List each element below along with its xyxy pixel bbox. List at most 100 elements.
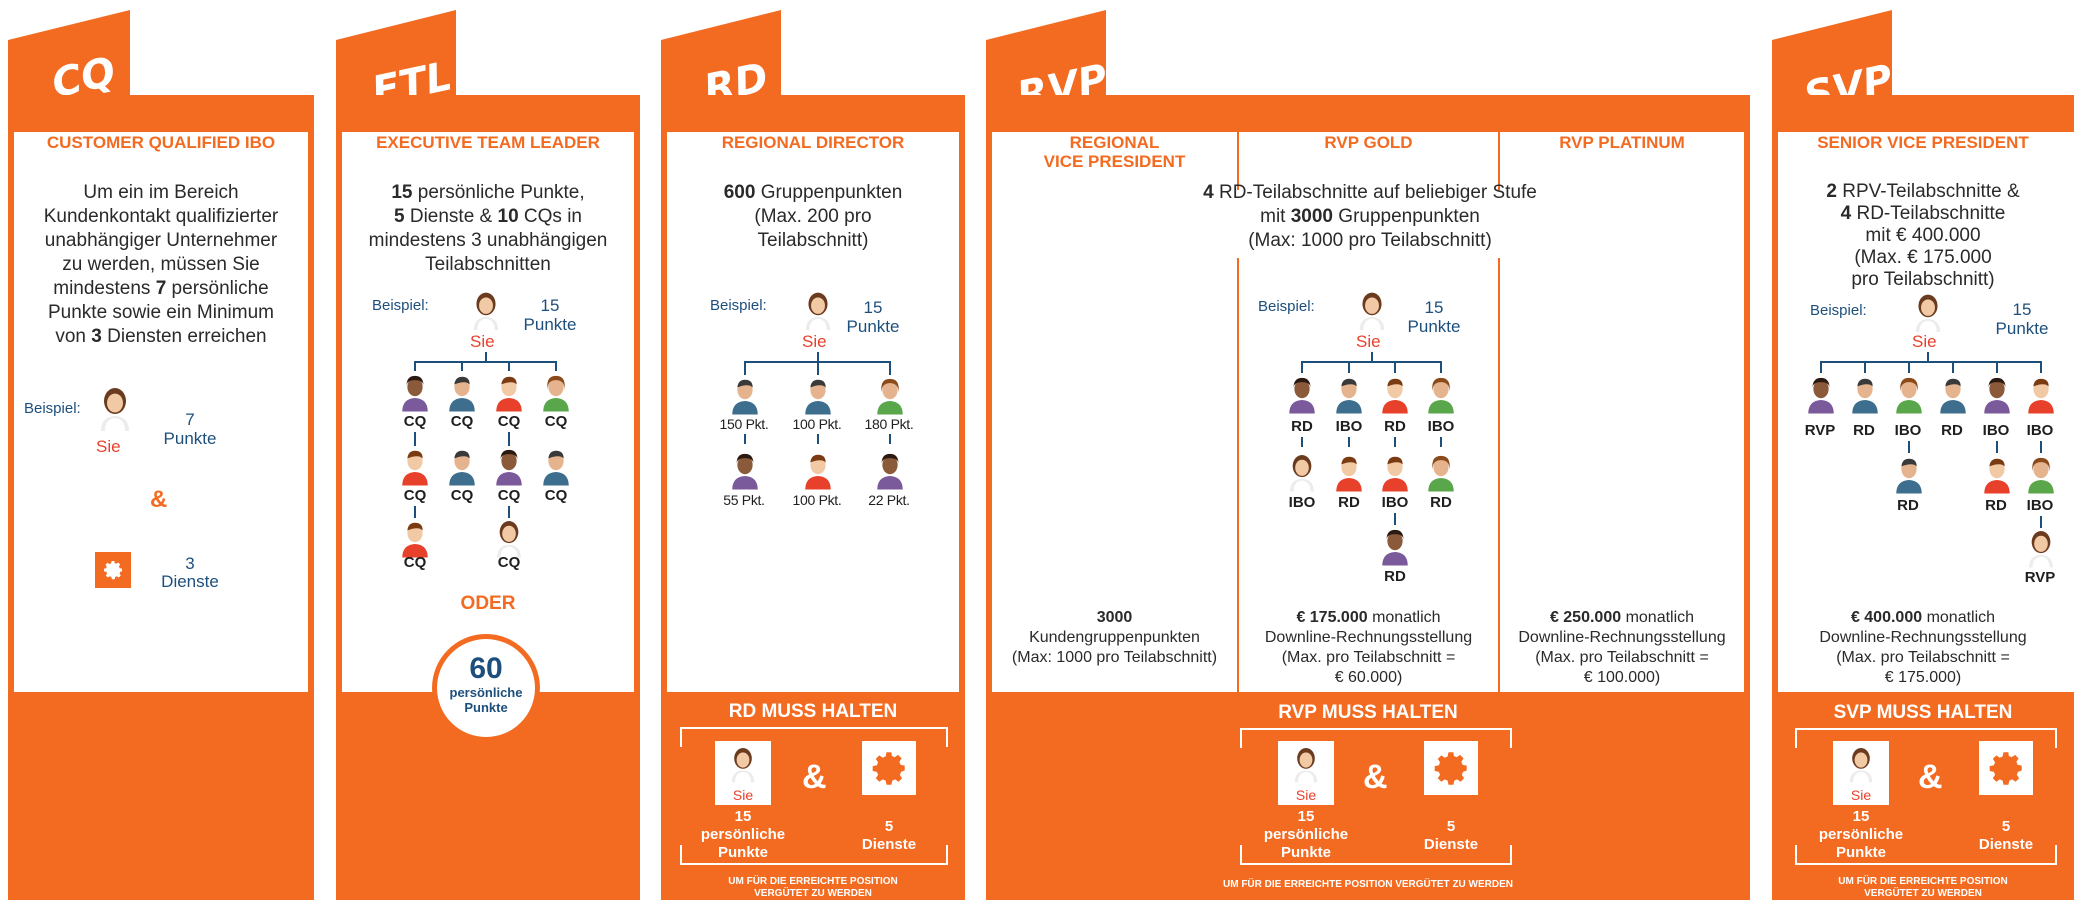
person-icon	[1892, 374, 1926, 414]
rvp-tree-drop	[1301, 437, 1303, 447]
person-icon	[801, 375, 835, 415]
rvp-tree-drop	[1348, 361, 1350, 373]
person-icon	[2024, 528, 2058, 568]
etl-tree-drop	[414, 432, 416, 446]
rvp-hold-you-box: Sie	[1278, 741, 1334, 805]
person-icon	[727, 745, 759, 783]
svp-hold-you-box: Sie	[1833, 741, 1889, 805]
rvp-node-label: RD	[1384, 568, 1406, 585]
cq-points: 7 Punkte	[163, 410, 217, 448]
person-icon	[539, 372, 573, 412]
rvp-you-person-icon	[1354, 290, 1390, 330]
svp-tree-drop	[2040, 361, 2042, 373]
svp-hold-ampersand: &	[1918, 758, 1943, 796]
cq-you-person-icon	[95, 385, 135, 431]
rvp-hold-title: RVP MUSS HALTEN	[1278, 702, 1458, 723]
cq-services: 3 Dienste	[161, 554, 219, 591]
rvp-tree-drop	[1394, 513, 1396, 525]
rd-you-person-icon	[800, 290, 836, 330]
person-icon	[1936, 374, 1970, 414]
person-icon	[1892, 454, 1926, 494]
rd-node-points: 100 Pkt.	[792, 492, 842, 508]
rvp-col3-title: RVP PLATINUM	[1559, 133, 1685, 152]
gear-icon	[104, 561, 122, 580]
rvp-node-label: IBO	[1288, 494, 1316, 511]
etl-you-label: Sie	[470, 332, 495, 351]
etl-node-label: CQ	[403, 487, 427, 504]
rvp-hold-footnote: UM FÜR DIE ERREICHTE POSITION VERGÜTET Z…	[1222, 879, 1513, 890]
svp-you-person-icon	[1910, 292, 1946, 332]
person-icon	[728, 375, 762, 415]
rvp-example-label: Beispiel:	[1258, 298, 1315, 315]
svp-node-label: RVP	[1804, 422, 1836, 439]
rvp-col1-requirement: 3000 Kundengruppenpunkten (Max: 1000 pro…	[1011, 609, 1218, 666]
rvp-tree-bar	[1301, 361, 1441, 363]
rd-node-points: 22 Pkt.	[868, 492, 910, 508]
rd-hold-you-box: Sie	[715, 741, 771, 805]
svp-tree-drop	[1996, 361, 1998, 373]
svp-node-label: IBO	[1982, 422, 2010, 439]
gear-icon	[1989, 752, 2022, 785]
etl-node-label: CQ	[497, 487, 521, 504]
rd-points: 15 Punkte	[846, 298, 900, 336]
person-icon	[1378, 526, 1412, 566]
person-icon	[728, 450, 762, 490]
svp-node-label: RD	[1941, 422, 1963, 439]
etl-tree-bar	[414, 361, 556, 363]
svp-tree-drop	[1908, 441, 1910, 453]
svp-tree-drop	[1908, 361, 1910, 373]
gear-icon	[1434, 752, 1467, 785]
person-icon	[492, 372, 526, 412]
rd-hold-ampersand: &	[802, 758, 827, 796]
rvp-col1-title: REGIONAL VICE PRESIDENT	[1043, 133, 1186, 171]
svp-node-label: RD	[1853, 422, 1875, 439]
rd-tree-drop	[744, 361, 746, 375]
rd-node-points: 150 Pkt.	[719, 416, 769, 432]
etl-node-label: CQ	[403, 413, 427, 430]
rvp-col2-title: RVP GOLD	[1324, 133, 1413, 152]
etl-title: EXECUTIVE TEAM LEADER	[376, 133, 600, 152]
rvp-node-label: IBO	[1427, 418, 1455, 435]
rvp-tree-drop	[1440, 361, 1442, 373]
person-icon	[1290, 745, 1322, 783]
svp-tree-drop	[1996, 441, 1998, 453]
etl-node-label: CQ	[544, 413, 568, 430]
svp-node-label: RD	[1897, 497, 1919, 514]
etl-node-label: CQ	[544, 487, 568, 504]
etl-tree-drop	[508, 432, 510, 446]
person-icon	[1378, 374, 1412, 414]
rvp-tree-drop	[1440, 437, 1442, 447]
svp-example-label: Beispiel:	[1810, 302, 1867, 319]
svp-tree-drop	[1820, 361, 1822, 373]
etl-node-label: CQ	[450, 487, 474, 504]
rd-tree-drop	[817, 361, 819, 375]
person-icon	[1424, 452, 1458, 492]
person-icon	[1285, 452, 1319, 492]
etl-or: ODER	[460, 593, 516, 614]
cq-title: CUSTOMER QUALIFIED IBO	[46, 133, 276, 152]
person-icon	[1285, 374, 1319, 414]
svp-tree-drop	[2040, 516, 2042, 528]
rvp-tree-drop	[1394, 361, 1396, 373]
etl-tree-drop	[508, 361, 510, 371]
rd-hold-points: 15 persönliche Punkte	[700, 808, 786, 861]
svp-node-label: RVP	[2024, 569, 2056, 586]
svp-tree-bar	[1820, 361, 2042, 363]
svp-points: 15 Punkte	[1995, 300, 2049, 338]
etl-description: 15 persönliche Punkte, 5 Dienste & 10 CQ…	[368, 182, 608, 275]
cq-services-badge	[95, 552, 131, 588]
svp-hold-services-box	[1979, 741, 2033, 795]
person-icon	[1378, 452, 1412, 492]
rvp-points: 15 Punkte	[1407, 298, 1461, 336]
person-icon	[801, 450, 835, 490]
rvp-hold-ampersand: &	[1363, 758, 1388, 796]
person-icon	[398, 372, 432, 412]
etl-tree-drop	[508, 506, 510, 518]
svp-hold-services: 5 Dienste	[1978, 818, 2034, 853]
rvp-hold-points: 15 persönliche Punkte	[1263, 808, 1349, 861]
rd-hold-title: RD MUSS HALTEN	[728, 701, 898, 722]
cq-ampersand: &	[150, 486, 168, 513]
person-icon	[1804, 374, 1838, 414]
etl-node-label: CQ	[403, 554, 427, 571]
svp-you-label: Sie	[1912, 332, 1937, 351]
